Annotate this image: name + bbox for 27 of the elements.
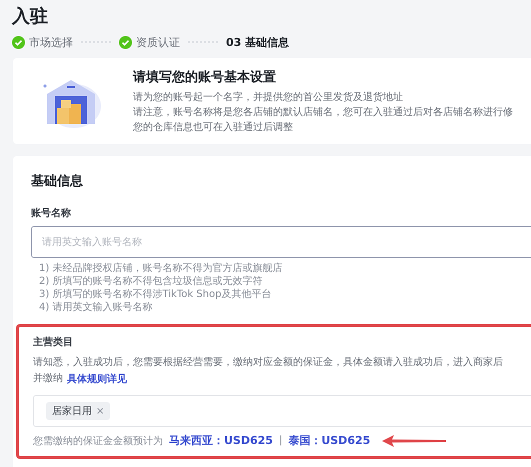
deposit-amount: 马来西亚：USD625 (169, 433, 273, 448)
rules-link[interactable]: 具体规则详见 (67, 372, 127, 386)
intro-title: 请填写您的账号基本设置 (133, 69, 277, 86)
check-icon (12, 36, 25, 48)
hint-text: 1) 未经品牌授权店铺，账号名称不得为官方店或旗舰店 (39, 262, 284, 275)
section-title: 基础信息 (31, 173, 84, 190)
intro-text: 请为您的账号起一个名字，并提供您的首公里发货及退货地址 (133, 90, 404, 105)
notice-text: 并缴纳 (33, 372, 63, 386)
page-title: 入驻 (12, 5, 48, 29)
deposit-amount: 泰国：USD625 (288, 433, 370, 448)
separator-text: | (278, 435, 282, 446)
field-label: 主营类目 (33, 335, 74, 349)
hint-text: 3) 所填写的账号名称不得涉TikTok Shop及其他平台 (39, 288, 272, 301)
intro-text: 您的仓库信息也可在入驻通过后调整 (133, 120, 294, 135)
hint-text: 4) 请用英文输入账号名称 (39, 301, 154, 314)
step-item[interactable]: 资质认证 (119, 34, 180, 50)
hint-text: 2) 所填写的账号名称不得包含垃圾信息或无效字符 (39, 275, 264, 288)
deposit-text: 您需缴纳的保证金金额预计为 (33, 434, 163, 448)
notice-text: 请知悉，入驻成功后，您需要根据经营需要，缴纳对应金额的保证金，具体金额请入驻成功后，进入商家后 (33, 356, 504, 370)
category-tag: 居家日用 × (46, 402, 110, 420)
check-icon (119, 36, 132, 48)
step-item[interactable]: 03 基础信息 (226, 34, 290, 50)
intro-text: 请注意，账号名称将是您各店铺的默认店铺名，您可在入驻通过后对各店铺名称进行修 (133, 106, 513, 120)
field-label: 账号名称 (31, 206, 72, 220)
step-item[interactable]: 市场选择 (12, 34, 73, 50)
category-field[interactable]: 居家日用 × (33, 395, 531, 427)
account-name-field[interactable]: 请用英文输入账号名称 (31, 226, 531, 258)
